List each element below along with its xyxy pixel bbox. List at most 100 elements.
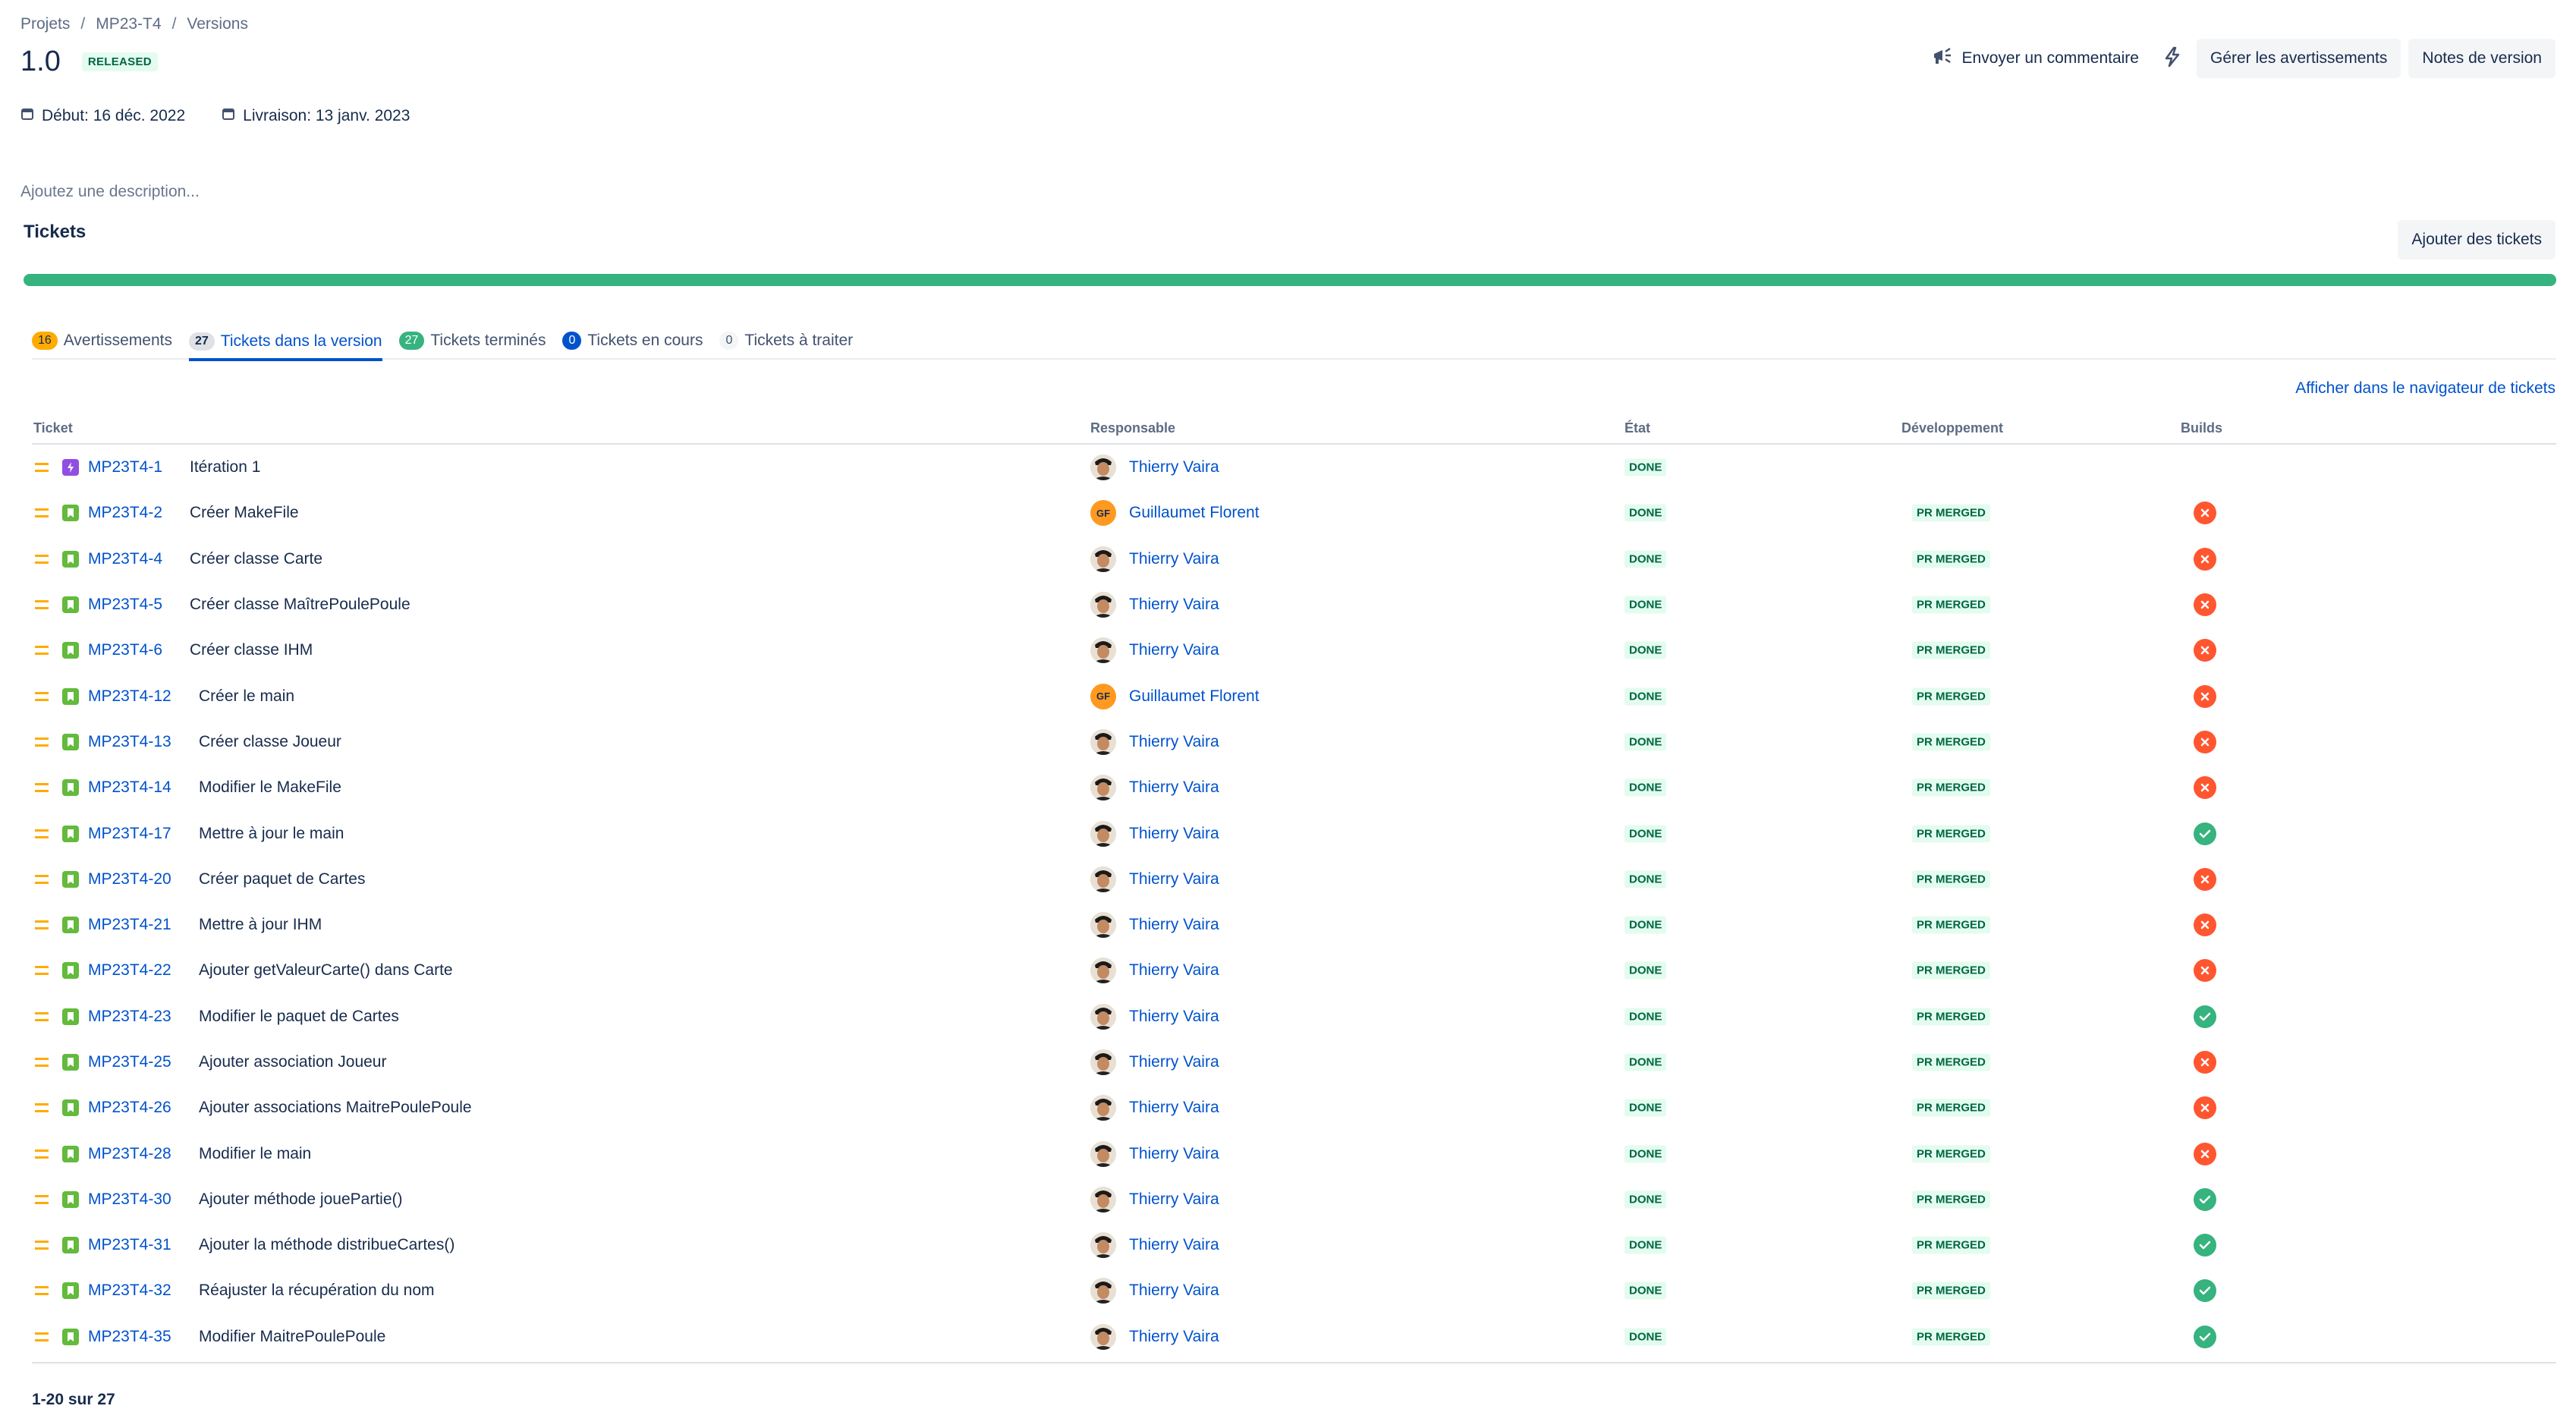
ticket-key-link[interactable]: MP23T4-21	[88, 916, 171, 934]
ticket-key-link[interactable]: MP23T4-13	[88, 733, 171, 751]
tab-tickets-todo[interactable]: 0 Tickets à traiter	[719, 325, 853, 360]
ticket-key-link[interactable]: MP23T4-23	[88, 1008, 171, 1026]
build-success-icon[interactable]	[2194, 1005, 2216, 1028]
table-row[interactable]: MP23T4-20 Créer paquet de Cartes Thierry V…	[32, 857, 2556, 902]
start-date[interactable]: Début: 16 déc. 2022	[20, 107, 185, 125]
status-lozenge[interactable]: DONE	[1625, 1236, 1667, 1254]
ticket-key-link[interactable]: MP23T4-30	[88, 1190, 171, 1209]
table-row[interactable]: MP23T4-17 Mettre à jour le main Thierry Va…	[32, 810, 2556, 856]
table-row[interactable]: MP23T4-31 Ajouter la méthode distribueCar…	[32, 1222, 2556, 1268]
ticket-key-link[interactable]: MP23T4-20	[88, 870, 171, 888]
breadcrumb-project[interactable]: MP23-T4	[96, 15, 161, 33]
development-lozenge[interactable]: PR MERGED	[1912, 1008, 1990, 1026]
status-lozenge[interactable]: DONE	[1625, 778, 1667, 797]
development-lozenge[interactable]: PR MERGED	[1912, 825, 1990, 843]
manage-warnings-button[interactable]: Gérer les avertissements	[2196, 39, 2401, 78]
development-lozenge[interactable]: PR MERGED	[1912, 1236, 1990, 1254]
build-success-icon[interactable]	[2194, 1187, 2216, 1211]
table-row[interactable]: MP23T4-25 Ajouter association Joueur Thier…	[32, 1039, 2556, 1085]
assignee-link[interactable]: Thierry Vaira	[1129, 1145, 1219, 1163]
development-lozenge[interactable]: PR MERGED	[1912, 870, 1990, 888]
tab-tickets-done[interactable]: 27 Tickets terminés	[398, 325, 546, 360]
build-failed-icon[interactable]	[2194, 547, 2216, 571]
ticket-key-link[interactable]: MP23T4-14	[88, 778, 171, 797]
ticket-key-link[interactable]: MP23T4-2	[88, 504, 162, 522]
assignee-link[interactable]: Thierry Vaira	[1129, 641, 1219, 659]
development-lozenge[interactable]: PR MERGED	[1912, 778, 1990, 797]
build-success-icon[interactable]	[2194, 1325, 2216, 1348]
status-lozenge[interactable]: DONE	[1625, 916, 1667, 934]
development-lozenge[interactable]: PR MERGED	[1912, 1190, 1990, 1209]
description-field[interactable]: Ajoutez une description...	[20, 183, 200, 201]
build-failed-icon[interactable]	[2194, 1142, 2216, 1165]
assignee-link[interactable]: Thierry Vaira	[1129, 1099, 1219, 1117]
build-failed-icon[interactable]	[2194, 867, 2216, 891]
assignee-link[interactable]: Thierry Vaira	[1129, 825, 1219, 843]
assignee-link[interactable]: Thierry Vaira	[1129, 550, 1219, 568]
build-success-icon[interactable]	[2194, 822, 2216, 845]
status-lozenge[interactable]: DONE	[1625, 825, 1667, 843]
table-row[interactable]: MP23T4-35 Modifier MaitrePoulePoule Thierr…	[32, 1314, 2556, 1360]
status-lozenge[interactable]: DONE	[1625, 870, 1667, 888]
development-lozenge[interactable]: PR MERGED	[1912, 641, 1990, 659]
table-row[interactable]: MP23T4-4 Créer classe Carte Thierry Vaira D…	[32, 536, 2556, 582]
ticket-key-link[interactable]: MP23T4-5	[88, 596, 162, 614]
table-row[interactable]: MP23T4-2 Créer MakeFile GF Guillaumet Flore…	[32, 490, 2556, 536]
build-failed-icon[interactable]	[2194, 639, 2216, 662]
build-failed-icon[interactable]	[2194, 502, 2216, 525]
assignee-link[interactable]: Guillaumet Florent	[1129, 504, 1260, 522]
development-lozenge[interactable]: PR MERGED	[1912, 1099, 1990, 1117]
assignee-link[interactable]: Guillaumet Florent	[1129, 687, 1260, 706]
table-row[interactable]: MP23T4-6 Créer classe IHM Thierry Vaira DON…	[32, 627, 2556, 673]
status-lozenge[interactable]: DONE	[1625, 733, 1667, 751]
breadcrumb-versions[interactable]: Versions	[187, 15, 248, 33]
build-failed-icon[interactable]	[2194, 959, 2216, 983]
lightning-button[interactable]	[2156, 39, 2189, 77]
ticket-key-link[interactable]: MP23T4-4	[88, 550, 162, 568]
issue-navigator-link[interactable]: Afficher dans le navigateur de tickets	[2295, 379, 2556, 398]
ticket-key-link[interactable]: MP23T4-31	[88, 1236, 171, 1254]
assignee-link[interactable]: Thierry Vaira	[1129, 778, 1219, 797]
table-row[interactable]: MP23T4-12 Créer le main GF Guillaumet Flore…	[32, 673, 2556, 719]
release-notes-button[interactable]: Notes de version	[2408, 39, 2556, 78]
development-lozenge[interactable]: PR MERGED	[1912, 961, 1990, 980]
assignee-link[interactable]: Thierry Vaira	[1129, 961, 1219, 980]
ticket-key-link[interactable]: MP23T4-17	[88, 825, 171, 843]
assignee-link[interactable]: Thierry Vaira	[1129, 458, 1219, 476]
status-lozenge[interactable]: DONE	[1625, 687, 1667, 706]
tab-tickets-in-progress[interactable]: 0 Tickets en cours	[562, 325, 703, 360]
build-success-icon[interactable]	[2194, 1279, 2216, 1303]
status-lozenge[interactable]: DONE	[1625, 596, 1667, 614]
development-lozenge[interactable]: PR MERGED	[1912, 1145, 1990, 1163]
table-row[interactable]: MP23T4-21 Mettre à jour IHM Thierry Vaira D…	[32, 902, 2556, 948]
development-lozenge[interactable]: PR MERGED	[1912, 733, 1990, 751]
assignee-link[interactable]: Thierry Vaira	[1129, 916, 1219, 934]
assignee-link[interactable]: Thierry Vaira	[1129, 1190, 1219, 1209]
development-lozenge[interactable]: PR MERGED	[1912, 687, 1990, 706]
ticket-key-link[interactable]: MP23T4-1	[88, 458, 162, 476]
assignee-link[interactable]: Thierry Vaira	[1129, 1236, 1219, 1254]
table-row[interactable]: MP23T4-32 Réajuster la récupération du no…	[32, 1268, 2556, 1313]
build-failed-icon[interactable]	[2194, 730, 2216, 753]
assignee-link[interactable]: Thierry Vaira	[1129, 1282, 1219, 1300]
tab-tickets-in-version[interactable]: 27 Tickets dans la version	[188, 325, 382, 361]
status-lozenge[interactable]: DONE	[1625, 504, 1667, 522]
status-lozenge[interactable]: DONE	[1625, 641, 1667, 659]
build-failed-icon[interactable]	[2194, 776, 2216, 800]
table-row[interactable]: MP23T4-23 Modifier le paquet de Cartes Thi…	[32, 994, 2556, 1039]
build-failed-icon[interactable]	[2194, 914, 2216, 937]
build-failed-icon[interactable]	[2194, 1051, 2216, 1074]
assignee-link[interactable]: Thierry Vaira	[1129, 596, 1219, 614]
development-lozenge[interactable]: PR MERGED	[1912, 916, 1990, 934]
build-success-icon[interactable]	[2194, 1234, 2216, 1257]
assignee-link[interactable]: Thierry Vaira	[1129, 870, 1219, 888]
assignee-link[interactable]: Thierry Vaira	[1129, 733, 1219, 751]
development-lozenge[interactable]: PR MERGED	[1912, 596, 1990, 614]
assignee-link[interactable]: Thierry Vaira	[1129, 1328, 1219, 1346]
build-failed-icon[interactable]	[2194, 1096, 2216, 1120]
ticket-key-link[interactable]: MP23T4-22	[88, 961, 171, 980]
status-lozenge[interactable]: DONE	[1625, 1282, 1667, 1300]
table-row[interactable]: MP23T4-14 Modifier le MakeFile Thierry Vai…	[32, 765, 2556, 810]
assignee-link[interactable]: Thierry Vaira	[1129, 1008, 1219, 1026]
status-lozenge[interactable]: DONE	[1625, 1145, 1667, 1163]
